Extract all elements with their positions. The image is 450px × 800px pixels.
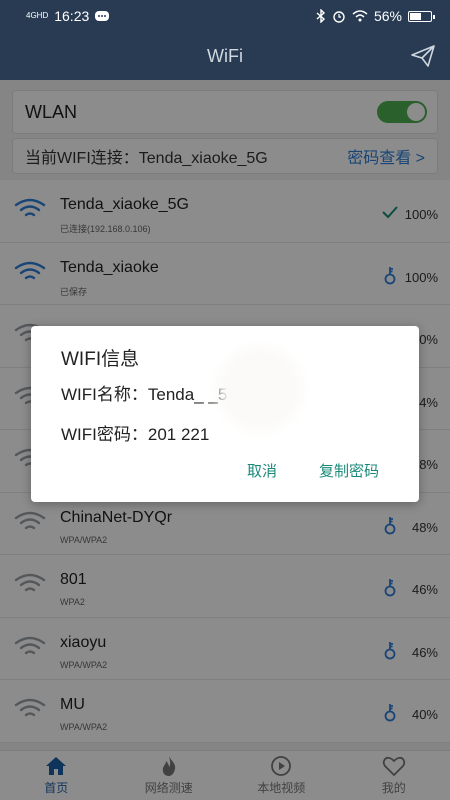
wifi-info-dialog: WIFI信息 WIFI名称：Tenda_ _5G WIFI密码：201 221 … bbox=[31, 326, 419, 502]
wifi-name-line: WIFI名称：Tenda_ _5G bbox=[61, 385, 241, 404]
app-bar: WiFi bbox=[0, 32, 450, 80]
network-type: 4GHD bbox=[26, 11, 49, 20]
wifi-password-line: WIFI密码：201 221 bbox=[61, 425, 210, 444]
tabbar-backdrop bbox=[0, 750, 450, 800]
alarm-icon bbox=[333, 11, 345, 23]
battery-icon bbox=[408, 10, 435, 22]
notification-icon bbox=[95, 11, 110, 21]
bluetooth-icon bbox=[316, 9, 325, 23]
status-bar: 4GHD 16:23 56% bbox=[0, 0, 450, 32]
dialog-title: WIFI信息 bbox=[61, 349, 140, 370]
page-title: WiFi bbox=[207, 45, 243, 66]
wifi-status-icon bbox=[352, 10, 368, 22]
redaction-blur bbox=[227, 356, 293, 422]
send-icon[interactable] bbox=[410, 44, 436, 68]
battery-percent: 56% bbox=[373, 8, 402, 24]
status-time: 16:23 bbox=[54, 8, 90, 24]
cancel-button[interactable]: 取消 bbox=[247, 460, 277, 481]
copy-password-button[interactable]: 复制密码 bbox=[319, 460, 379, 481]
